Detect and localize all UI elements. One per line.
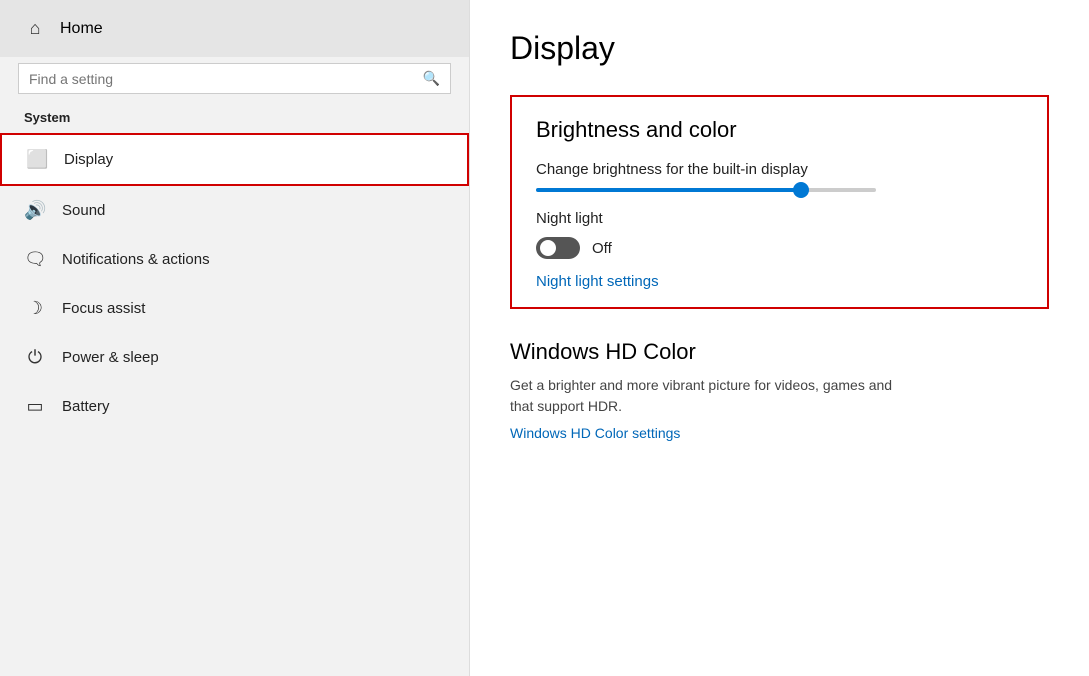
- sidebar-item-notifications-label: Notifications & actions: [62, 251, 210, 268]
- night-light-settings-link[interactable]: Night light settings: [536, 273, 659, 290]
- search-input[interactable]: [29, 71, 423, 87]
- sound-icon: 🔊: [24, 200, 46, 221]
- home-icon: ⌂: [24, 18, 46, 39]
- sidebar-item-battery-label: Battery: [62, 398, 110, 415]
- sidebar: ⌂ Home 🔍 System ⬜ Display 🔊 Sound 🗨 Noti…: [0, 0, 470, 676]
- main-content: Display Brightness and color Change brig…: [470, 0, 1089, 676]
- sidebar-item-display[interactable]: ⬜ Display: [0, 133, 469, 186]
- hd-color-section: Windows HD Color Get a brighter and more…: [510, 339, 1049, 443]
- sidebar-item-sound-label: Sound: [62, 202, 105, 219]
- brightness-section-heading: Brightness and color: [536, 117, 1023, 143]
- sidebar-item-focus[interactable]: ☽ Focus assist: [0, 284, 469, 333]
- sidebar-item-power[interactable]: ⏻ Power & sleep: [0, 333, 469, 382]
- sidebar-item-sound[interactable]: 🔊 Sound: [0, 186, 469, 235]
- sidebar-item-battery[interactable]: ▭ Battery: [0, 382, 469, 431]
- brightness-description: Change brightness for the built-in displ…: [536, 161, 1023, 178]
- toggle-row: Off: [536, 237, 1023, 259]
- search-icon: 🔍: [423, 70, 440, 87]
- display-icon: ⬜: [26, 149, 48, 170]
- battery-icon: ▭: [24, 396, 46, 417]
- night-light-label: Night light: [536, 210, 1023, 227]
- sidebar-item-home[interactable]: ⌂ Home: [0, 0, 469, 57]
- night-light-toggle[interactable]: [536, 237, 580, 259]
- power-icon: ⏻: [24, 347, 46, 368]
- section-label: System: [0, 108, 469, 133]
- toggle-state-label: Off: [592, 240, 612, 257]
- slider-thumb: [793, 182, 809, 198]
- sidebar-home-label: Home: [60, 20, 103, 38]
- sidebar-item-display-label: Display: [64, 151, 113, 168]
- sidebar-item-power-label: Power & sleep: [62, 349, 159, 366]
- toggle-knob: [540, 240, 556, 256]
- page-title: Display: [510, 30, 1049, 67]
- brightness-slider-container[interactable]: [536, 188, 1023, 192]
- hd-color-settings-link[interactable]: Windows HD Color settings: [510, 425, 680, 441]
- notifications-icon: 🗨: [24, 249, 46, 270]
- brightness-color-section: Brightness and color Change brightness f…: [510, 95, 1049, 309]
- brightness-slider[interactable]: [536, 188, 876, 192]
- sidebar-item-focus-label: Focus assist: [62, 300, 145, 317]
- sidebar-item-notifications[interactable]: 🗨 Notifications & actions: [0, 235, 469, 284]
- hd-color-heading: Windows HD Color: [510, 339, 1049, 365]
- hd-color-description: Get a brighter and more vibrant picture …: [510, 375, 1049, 417]
- search-box[interactable]: 🔍: [18, 63, 451, 94]
- focus-icon: ☽: [24, 298, 46, 319]
